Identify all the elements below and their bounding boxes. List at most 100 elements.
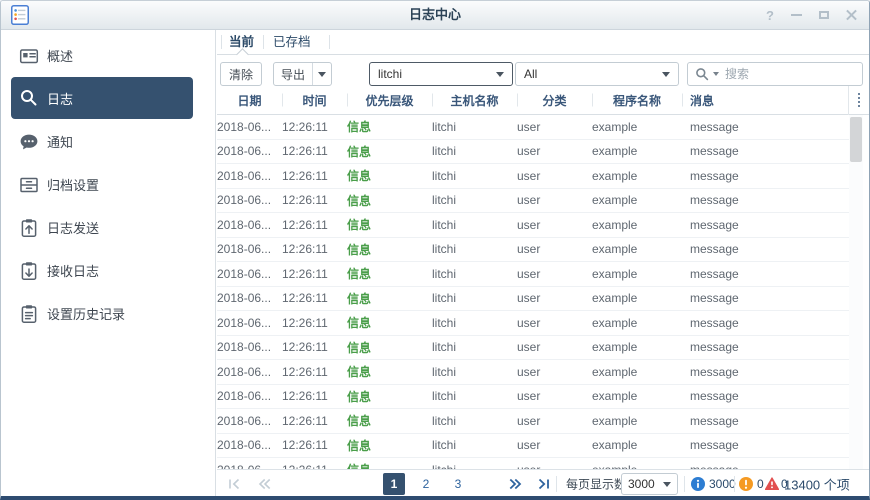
cell-host: litchi bbox=[432, 193, 457, 208]
host-filter-select[interactable]: litchi bbox=[369, 62, 513, 86]
minimize-icon[interactable] bbox=[791, 14, 802, 16]
table-row[interactable]: 2018-06...12:26:11信息litchiuserexamplemes… bbox=[217, 458, 849, 469]
cell-date: 2018-06... bbox=[217, 291, 272, 306]
page-list: 123 bbox=[383, 473, 469, 495]
table-row[interactable]: 2018-06...12:26:11信息litchiuserexamplemes… bbox=[217, 409, 849, 434]
column-header-priority[interactable]: 优先层级 bbox=[347, 92, 432, 109]
first-page-button[interactable] bbox=[227, 477, 243, 491]
notification-bubble-icon bbox=[20, 134, 38, 149]
next-page-button[interactable] bbox=[508, 477, 524, 491]
table-row[interactable]: 2018-06...12:26:11信息litchiuserexamplemes… bbox=[217, 262, 849, 287]
cell-category: user bbox=[517, 438, 541, 453]
cell-date: 2018-06... bbox=[217, 266, 272, 281]
column-header-program[interactable]: 程序名称 bbox=[592, 92, 682, 109]
sidebar-item-archive-settings[interactable]: 归档设置 bbox=[1, 163, 215, 206]
close-icon[interactable] bbox=[846, 10, 857, 21]
table-row[interactable]: 2018-06...12:26:11信息litchiuserexamplemes… bbox=[217, 360, 849, 385]
cell-category: user bbox=[517, 193, 541, 208]
tab-archived[interactable]: 已存档 bbox=[273, 30, 311, 54]
vertical-scrollbar[interactable] bbox=[849, 115, 863, 469]
column-header-category[interactable]: 分类 bbox=[517, 92, 592, 109]
per-page-select[interactable]: 3000 bbox=[621, 473, 678, 495]
cell-date: 2018-06... bbox=[217, 217, 272, 232]
scrollbar-thumb[interactable] bbox=[850, 117, 862, 162]
page-button-3[interactable]: 3 bbox=[447, 473, 469, 495]
table-row[interactable]: 2018-06...12:26:11信息litchiuserexamplemes… bbox=[217, 434, 849, 458]
cell-category: user bbox=[517, 315, 541, 330]
table-row[interactable]: 2018-06...12:26:11信息litchiuserexamplemes… bbox=[217, 238, 849, 262]
page-button-1[interactable]: 1 bbox=[383, 473, 405, 495]
column-header-time[interactable]: 时间 bbox=[282, 92, 347, 109]
export-button[interactable]: 导出 bbox=[273, 62, 332, 86]
cell-message: message bbox=[690, 340, 739, 355]
cell-program: example bbox=[592, 168, 638, 183]
table-row[interactable]: 2018-06...12:26:11信息litchiuserexamplemes… bbox=[217, 140, 849, 164]
cell-category: user bbox=[517, 242, 541, 257]
search-box[interactable] bbox=[687, 62, 863, 86]
cell-time: 12:26:11 bbox=[282, 291, 328, 306]
table-row[interactable]: 2018-06...12:26:11信息litchiuserexamplemes… bbox=[217, 311, 849, 336]
sidebar-item-notifications[interactable]: 通知 bbox=[1, 120, 215, 163]
cell-time: 12:26:11 bbox=[282, 364, 328, 379]
column-menu-icon[interactable] bbox=[848, 85, 869, 115]
cell-category: user bbox=[517, 266, 541, 281]
page-button-2[interactable]: 2 bbox=[415, 473, 437, 495]
export-dropdown-button[interactable] bbox=[313, 71, 331, 77]
cell-program: example bbox=[592, 413, 638, 428]
search-options-chevron-icon[interactable] bbox=[713, 72, 719, 76]
table-row[interactable]: 2018-06...12:26:11信息litchiuserexamplemes… bbox=[217, 213, 849, 238]
previous-page-button[interactable] bbox=[257, 477, 273, 491]
pagination-bar: 123 每页显示数 3000 3000 0 0 13400 个项 bbox=[217, 469, 869, 496]
cell-program: example bbox=[592, 364, 638, 379]
cell-level: 信息 bbox=[347, 218, 372, 233]
category-filter-value: All bbox=[524, 67, 538, 81]
cell-message: message bbox=[690, 266, 739, 281]
window-controls: ? bbox=[766, 1, 857, 29]
column-header-host[interactable]: 主机名称 bbox=[432, 92, 517, 109]
table-row[interactable]: 2018-06...12:26:11信息litchiuserexamplemes… bbox=[217, 164, 849, 189]
cell-date: 2018-06... bbox=[217, 438, 272, 453]
category-filter-select[interactable]: All bbox=[515, 62, 679, 86]
cell-program: example bbox=[592, 119, 638, 134]
table-row[interactable]: 2018-06...12:26:11信息litchiuserexamplemes… bbox=[217, 189, 849, 213]
cell-time: 12:26:11 bbox=[282, 413, 328, 428]
cell-time: 12:26:11 bbox=[282, 438, 328, 453]
table-row[interactable]: 2018-06...12:26:11信息litchiuserexamplemes… bbox=[217, 385, 849, 409]
cell-level: 信息 bbox=[347, 120, 372, 135]
cell-host: litchi bbox=[432, 413, 457, 428]
sidebar-item-label: 日志发送 bbox=[47, 221, 100, 236]
cell-message: message bbox=[690, 291, 739, 306]
warning-count: 0 bbox=[757, 477, 764, 491]
cell-category: user bbox=[517, 217, 541, 232]
cell-message: message bbox=[690, 119, 739, 134]
sidebar-item-overview[interactable]: 概述 bbox=[1, 34, 215, 77]
clear-button[interactable]: 清除 bbox=[220, 62, 262, 86]
sidebar-item-receive-logs[interactable]: 接收日志 bbox=[1, 249, 215, 292]
sidebar-item-log-sending[interactable]: 日志发送 bbox=[1, 206, 215, 249]
chevron-down-icon bbox=[662, 71, 670, 77]
cell-date: 2018-06... bbox=[217, 144, 272, 159]
cell-host: litchi bbox=[432, 217, 457, 232]
search-input[interactable] bbox=[723, 66, 855, 82]
cell-date: 2018-06... bbox=[217, 242, 272, 257]
column-header-date[interactable]: 日期 bbox=[217, 92, 282, 109]
tab-separator bbox=[263, 35, 264, 49]
sidebar: 概述 日志 通知 归档设置 日志发送 接收日志 设置历史记录 bbox=[1, 30, 216, 496]
main-panel: 当前 已存档 清除 导出 litchi All 搜索 日期 时间 优先层级 主机… bbox=[217, 30, 869, 496]
search-icon bbox=[21, 90, 37, 106]
maximize-icon[interactable] bbox=[819, 11, 829, 19]
table-row[interactable]: 2018-06...12:26:11信息litchiuserexamplemes… bbox=[217, 287, 849, 311]
help-icon[interactable]: ? bbox=[766, 8, 774, 23]
cell-date: 2018-06... bbox=[217, 168, 272, 183]
cell-time: 12:26:11 bbox=[282, 168, 328, 183]
sidebar-item-label: 归档设置 bbox=[47, 178, 100, 193]
table-row[interactable]: 2018-06...12:26:11信息litchiuserexamplemes… bbox=[217, 336, 849, 360]
last-page-button[interactable] bbox=[536, 477, 552, 491]
cell-message: message bbox=[690, 413, 739, 428]
sidebar-item-logs[interactable]: 日志 bbox=[11, 77, 193, 119]
archive-drawer-icon bbox=[20, 177, 38, 192]
table-row[interactable]: 2018-06...12:26:11信息litchiuserexamplemes… bbox=[217, 115, 849, 140]
tab-separator bbox=[221, 35, 222, 49]
column-header-message[interactable]: 消息 bbox=[682, 92, 848, 109]
sidebar-item-settings-history[interactable]: 设置历史记录 bbox=[1, 292, 215, 335]
